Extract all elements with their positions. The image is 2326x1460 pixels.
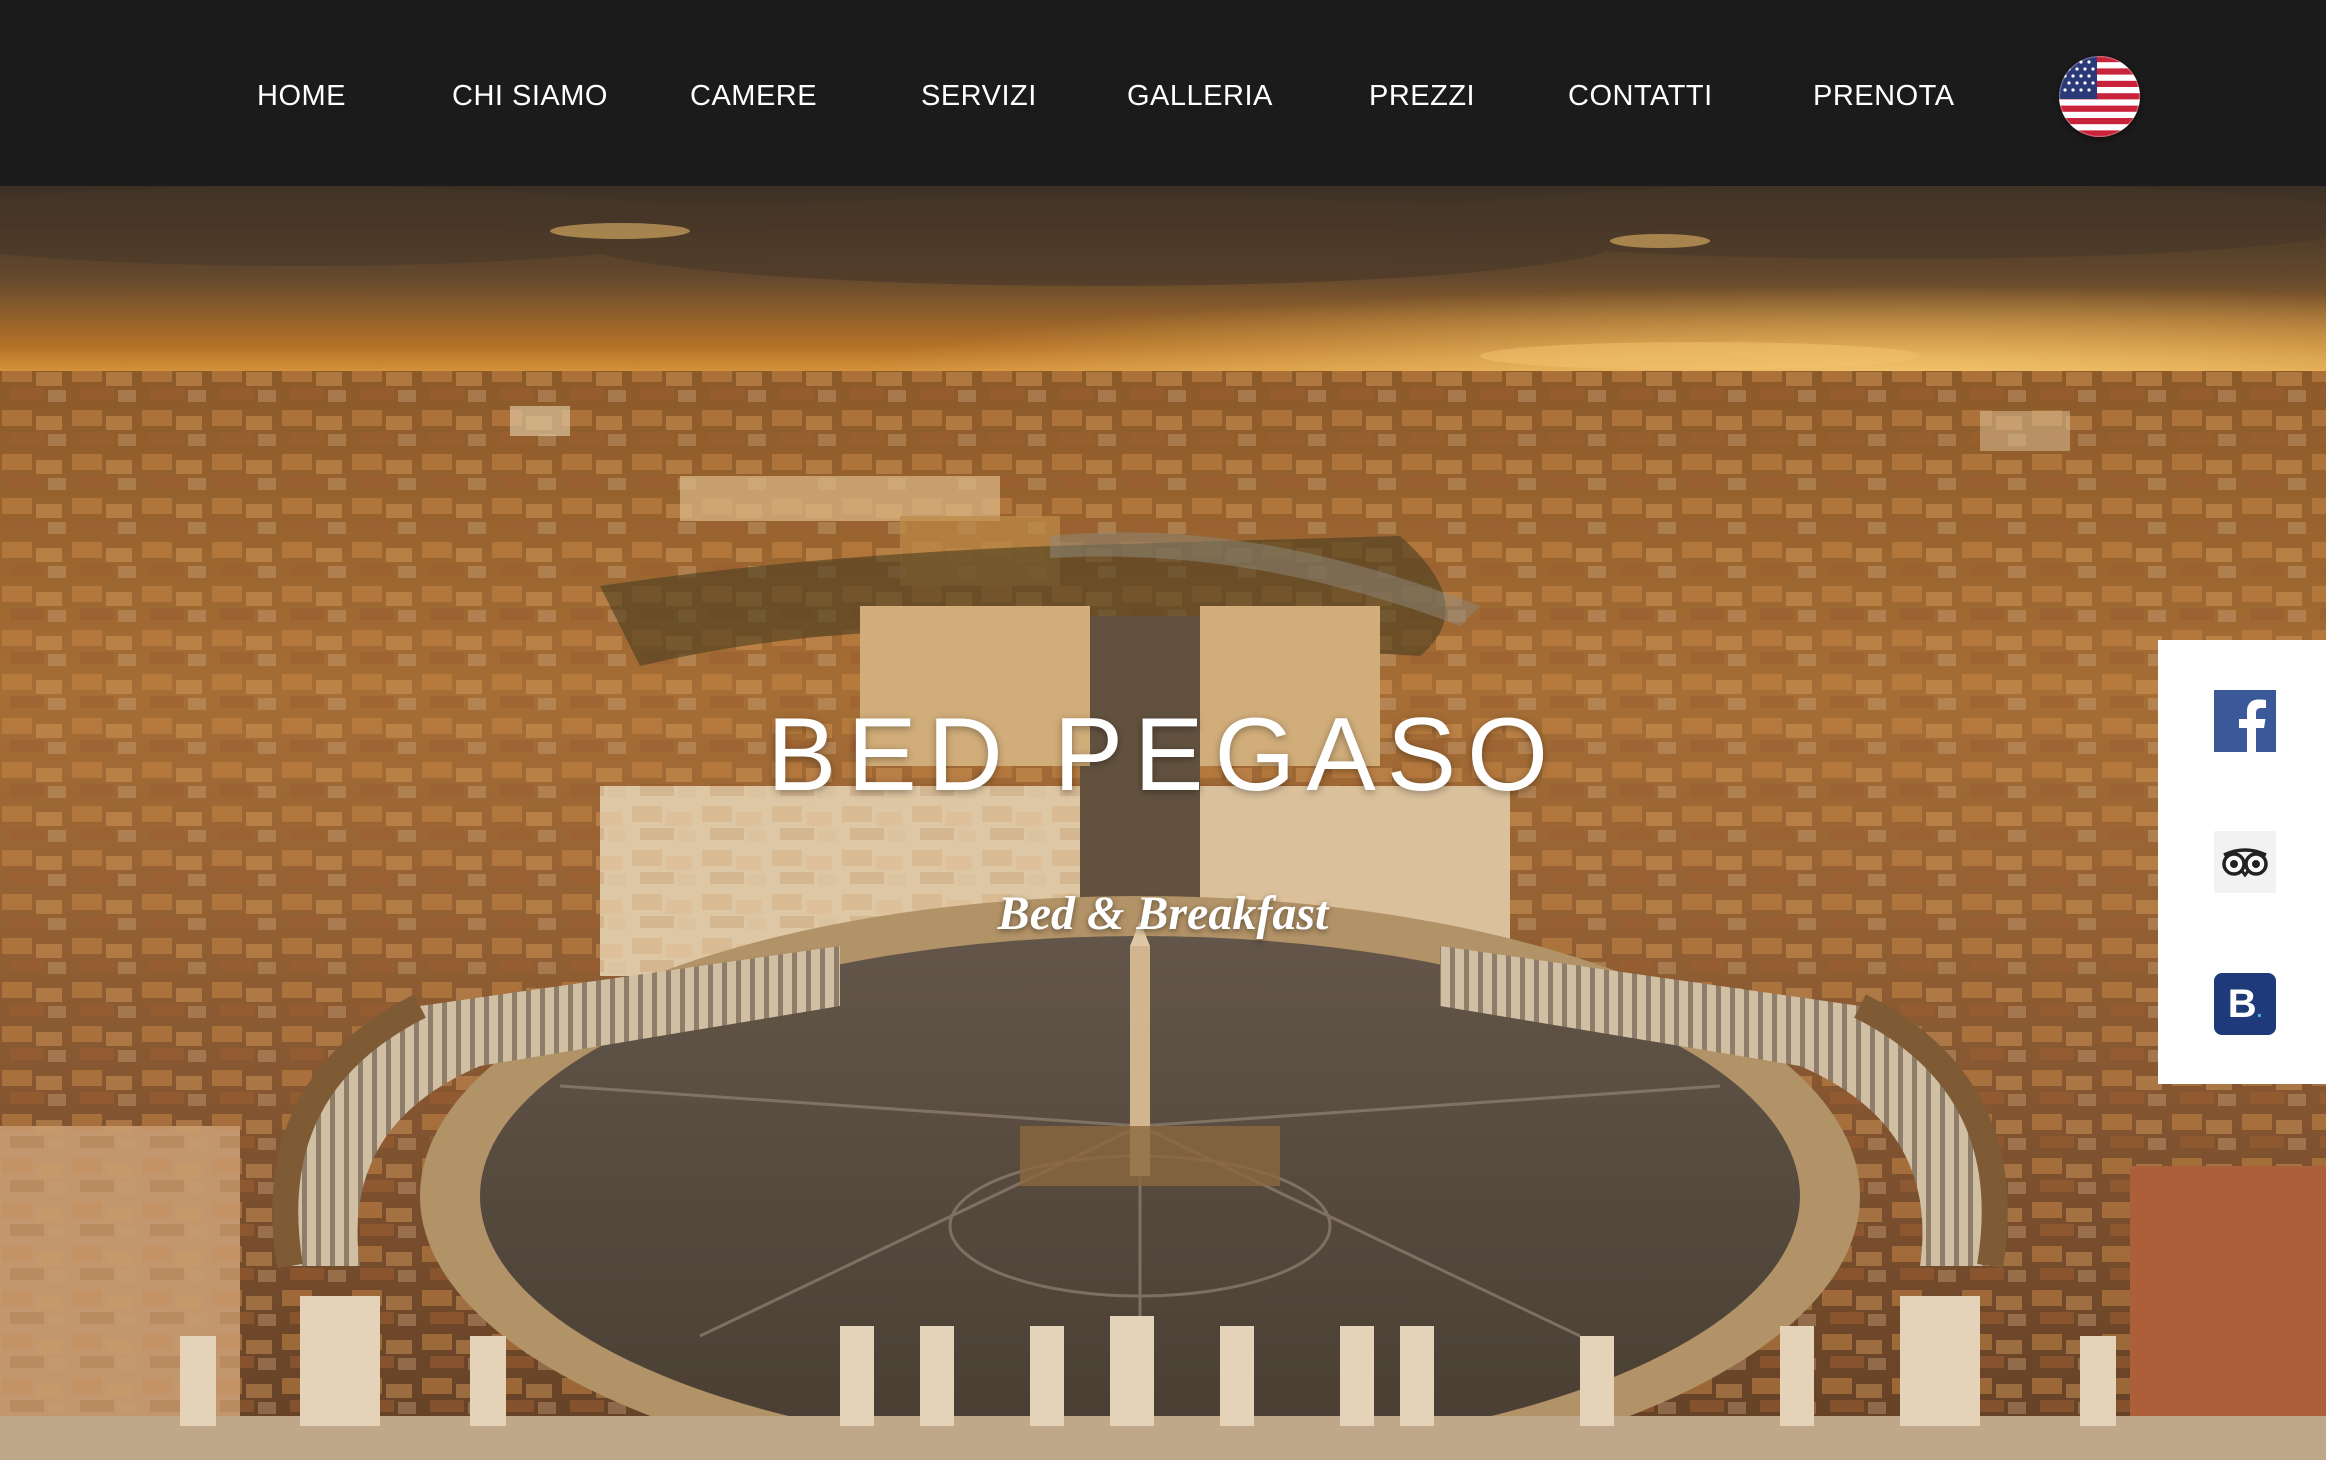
nav-servizi[interactable]: SERVIZI	[921, 78, 1037, 114]
facebook-icon[interactable]	[2214, 690, 2276, 752]
booking-letter: B	[2227, 982, 2257, 1026]
hero-title: BED PEGASO	[767, 697, 1559, 813]
nav-prenota[interactable]: PRENOTA	[1813, 78, 1955, 114]
hero-background-image	[0, 186, 2326, 1460]
hero-banner: BED PEGASO Bed & Breakfast	[0, 186, 2326, 1460]
site-header: HOME CHI SIAMO CAMERE SERVIZI GALLERIA P…	[0, 0, 2326, 186]
nav-chi-siamo[interactable]: CHI SIAMO	[452, 78, 608, 114]
nav-contatti[interactable]: CONTATTI	[1568, 78, 1713, 114]
nav-home[interactable]: HOME	[257, 78, 346, 114]
us-flag-icon[interactable]	[2059, 56, 2140, 137]
tripadvisor-icon[interactable]	[2214, 831, 2276, 893]
booking-icon[interactable]: B.	[2214, 973, 2276, 1035]
social-bar: B.	[2158, 640, 2326, 1084]
nav-prezzi[interactable]: PREZZI	[1369, 78, 1475, 114]
nav-galleria[interactable]: GALLERIA	[1127, 78, 1273, 114]
nav-camere[interactable]: CAMERE	[690, 78, 817, 114]
hero-subtitle: Bed & Breakfast	[997, 887, 1329, 940]
